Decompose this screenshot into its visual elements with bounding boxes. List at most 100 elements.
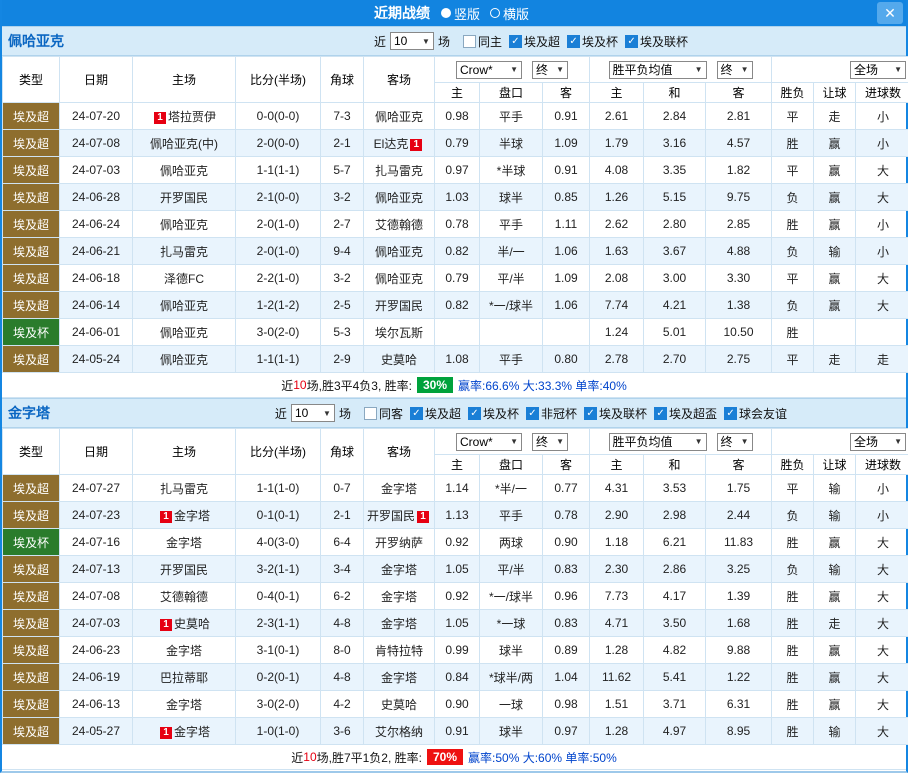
wdl-final-select[interactable]: 终 ▼	[716, 60, 753, 79]
cell-o_a	[541, 318, 591, 346]
away-team-name: 佩哈亚克	[374, 109, 423, 124]
bookmaker-select[interactable]: Crow* ▼	[456, 432, 522, 451]
filter-checkbox[interactable]: ✓ 埃及联杯	[625, 33, 688, 50]
checkbox-checked-icon[interactable]: ✓	[625, 34, 639, 48]
cell-l: 1.68	[705, 609, 773, 637]
wdl-avg-select[interactable]: 胜平负均值 ▼	[608, 432, 707, 451]
match-count-select[interactable]: 10 ▼	[389, 32, 434, 50]
cell-d: 4.21	[643, 291, 707, 319]
radio-unselected-icon[interactable]	[490, 8, 500, 18]
odds-final-select[interactable]: 终 ▼	[532, 60, 568, 79]
checkbox-checked-icon[interactable]: ✓	[654, 406, 668, 420]
col-lose: 客	[705, 454, 773, 475]
filter-checkbox[interactable]: ✓ 埃及联杯	[584, 405, 647, 422]
home-team-name: 泽德FC	[164, 271, 204, 286]
filter-checkbox[interactable]: ✓ 埃及超	[409, 405, 461, 422]
bookmaker-value: Crow*	[460, 62, 493, 77]
red-card-badge: 1	[159, 726, 172, 739]
layout-radio[interactable]: 竖版	[440, 4, 480, 23]
filter-checkbox[interactable]: 同主	[462, 33, 502, 50]
checkbox-checked-icon[interactable]: ✓	[467, 406, 481, 420]
checkbox-checked-icon[interactable]: ✓	[584, 406, 598, 420]
close-button[interactable]: ✕	[877, 2, 903, 24]
cell-res: 胜	[771, 717, 815, 745]
filter-checkbox[interactable]: ✓ 球会友谊	[724, 405, 787, 422]
filter-checkbox[interactable]: ✓ 埃及超	[509, 33, 560, 50]
cell-o_h: 0.91	[434, 717, 480, 745]
cell-type: 埃及杯	[2, 318, 60, 346]
checkbox-checked-icon[interactable]: ✓	[509, 34, 522, 48]
home-team-name: 佩哈亚克	[159, 217, 208, 232]
cell-away: 扎马雷克	[363, 156, 435, 184]
away-team-name: 金字塔	[380, 616, 417, 631]
chevron-down-icon: ▼	[894, 65, 903, 74]
filter-checkbox[interactable]: ✓ 埃及杯	[467, 405, 519, 422]
checkbox-checked-icon[interactable]: ✓	[724, 406, 738, 420]
cell-w: 11.62	[589, 663, 645, 691]
col-odds-away: 客	[541, 454, 591, 475]
cell-type: 埃及超	[2, 609, 60, 637]
home-team-name: 开罗国民	[159, 562, 208, 577]
cell-o_a: 0.77	[541, 474, 591, 502]
cell-d: 2.84	[643, 102, 707, 130]
checkbox-checked-icon[interactable]: ✓	[526, 406, 539, 420]
checkbox-checked-icon[interactable]: ✓	[567, 34, 581, 48]
bookmaker-select[interactable]: Crow* ▼	[456, 60, 522, 79]
scope-select[interactable]: 全场 ▼	[850, 432, 907, 451]
league-filter-group: 同主 ✓ 埃及超 ✓ 埃及杯 ✓ 埃及联杯	[456, 33, 688, 50]
checkbox-checked-icon[interactable]: ✓	[409, 406, 423, 420]
cell-o_hc: 球半	[479, 183, 543, 211]
checkbox-unchecked-icon[interactable]	[363, 406, 377, 420]
away-team-name: 金字塔	[380, 589, 417, 604]
summary-prefix: 近	[291, 750, 304, 765]
cell-corner: 2-9	[320, 345, 364, 373]
red-card-badge: 1	[159, 618, 172, 631]
cell-away: 金字塔	[363, 582, 435, 610]
cell-o_h: 0.79	[434, 129, 480, 157]
filter-checkbox[interactable]: ✓ 非冠杯	[526, 405, 577, 422]
match-row: 埃及超 24-06-23 金字塔 3-1(0-1) 8-0 肯特拉特 0.99 球半 0.89 1…	[2, 636, 908, 664]
summary-record: 场,胜7平1负2, 胜率:	[316, 750, 422, 765]
cell-goal: 小	[855, 237, 908, 265]
cell-w: 2.90	[589, 501, 645, 529]
win-rate-badge: 70%	[426, 749, 464, 765]
radio-selected-icon[interactable]	[440, 8, 451, 18]
chevron-down-icon: ▼	[694, 437, 703, 446]
match-row: 埃及超 24-06-24 佩哈亚克 2-0(1-0) 2-7 艾德翰德 0.78 平手 1.11…	[2, 210, 908, 238]
col-goals: 进球数	[855, 82, 908, 103]
cell-o_a: 0.83	[541, 609, 591, 637]
checkbox-unchecked-icon[interactable]	[462, 34, 476, 48]
radio-label: 横版	[503, 6, 530, 22]
filter-checkbox[interactable]: ✓ 埃及超盃	[654, 405, 717, 422]
cell-res: 负	[771, 237, 815, 265]
cell-w: 2.61	[589, 102, 645, 130]
layout-radio[interactable]: 横版	[490, 4, 529, 23]
cell-score: 2-0(1-0)	[235, 210, 321, 238]
cell-o_h: 0.79	[434, 264, 480, 292]
team-header-band: 金字塔 近 10 ▼ 场 同客 ✓ 埃及超 ✓ 埃及杯 ✓ 非冠杯 ✓ 埃及联杯 ✓ 埃及超盃 ✓ 球会…	[2, 398, 906, 428]
wdl-avg-select[interactable]: 胜平负均值 ▼	[608, 60, 707, 79]
odds-final-select[interactable]: 终 ▼	[532, 432, 568, 451]
match-count-select[interactable]: 10 ▼	[290, 404, 335, 422]
cell-score: 0-1(0-1)	[235, 501, 321, 529]
chevron-down-icon: ▼	[740, 437, 749, 446]
col-result: 胜负	[771, 82, 815, 103]
wdl-final-select[interactable]: 终 ▼	[716, 432, 753, 451]
cell-o_h: 0.84	[434, 663, 480, 691]
scope-select[interactable]: 全场 ▼	[850, 60, 907, 79]
filter-checkbox[interactable]: 同客	[363, 405, 403, 422]
filter-checkbox[interactable]: ✓ 埃及杯	[567, 33, 618, 50]
cell-date: 24-06-24	[59, 210, 133, 238]
cell-home: 1 金字塔	[132, 501, 236, 529]
cell-o_hc: *球半/两	[479, 663, 543, 691]
cell-corner: 3-2	[320, 264, 364, 292]
cell-score: 1-0(1-0)	[235, 717, 321, 745]
app-window: 近期战绩 竖版 横版 ✕ 佩哈亚克 近 10 ▼ 场 同主 ✓ 埃及超 ✓ 埃及杯 ✓ 埃及联…	[0, 0, 908, 773]
col-odds-home: 主	[434, 454, 480, 475]
win-rate-badge: 30%	[416, 377, 453, 393]
cell-goal: 小	[855, 210, 908, 238]
away-team-name: 埃尔瓦斯	[374, 325, 423, 340]
cell-o_hc: 平/半	[479, 264, 543, 292]
away-team-name: 艾德翰德	[374, 217, 423, 232]
cell-res: 平	[771, 102, 815, 130]
